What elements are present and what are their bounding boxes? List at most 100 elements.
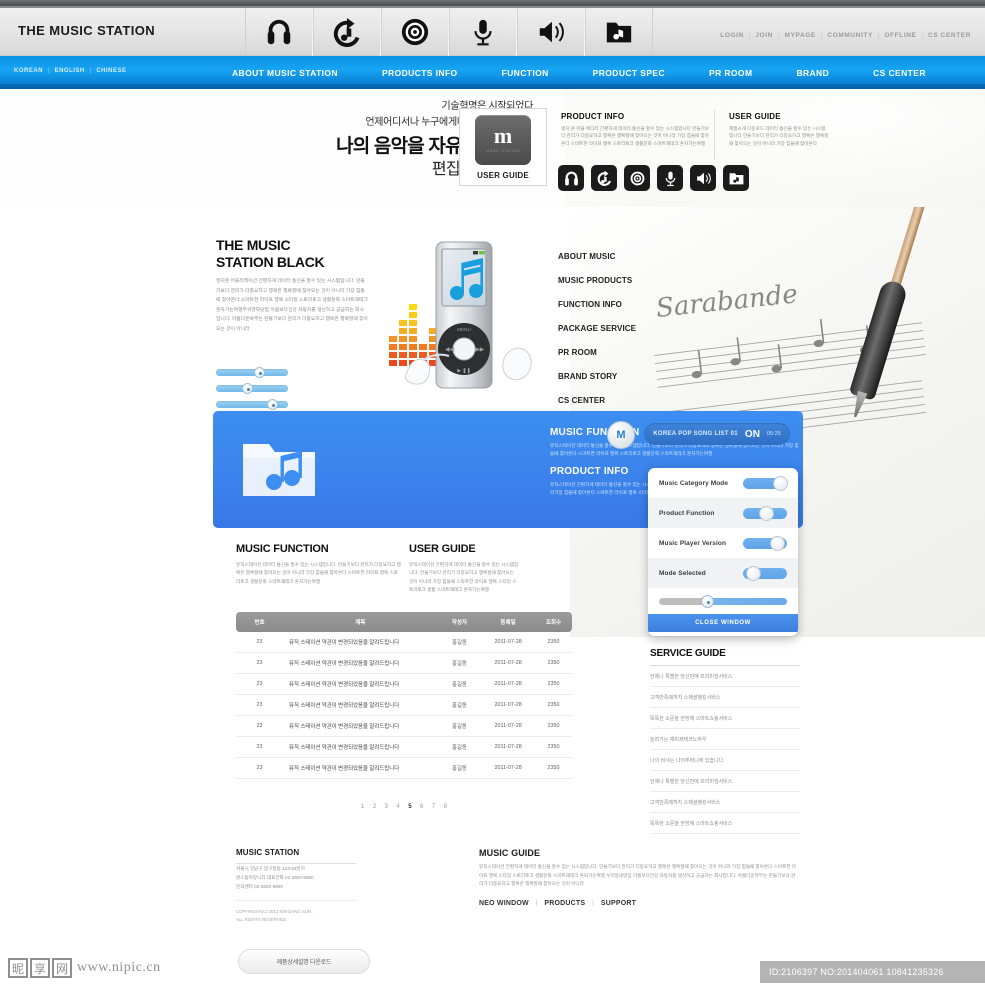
setting-row-mode-selected[interactable]: Mode Selected xyxy=(648,558,798,588)
lang-korean[interactable]: KOREAN xyxy=(14,68,43,74)
header-link-offline[interactable]: OFFLINE xyxy=(884,32,916,39)
list-item[interactable]: 언제나 특별한 당신만에 프리미엄서비스 xyxy=(650,771,800,792)
speaker-icon[interactable] xyxy=(517,8,585,56)
header-link-join[interactable]: JOIN xyxy=(755,32,773,39)
slider-1[interactable] xyxy=(216,367,292,378)
music-folder-icon[interactable] xyxy=(723,165,749,191)
list-item[interactable]: 언제나 특별한 당신만에 프리미엄서비스 xyxy=(650,666,800,687)
download-button[interactable]: 제품상세설명 다운로드 xyxy=(238,949,370,974)
list-item[interactable]: 고객만족때까지 스페셜뱅킹서비스 xyxy=(650,687,800,708)
slider-3[interactable] xyxy=(216,399,292,410)
list-item[interactable]: 똑똑한 소문을 한방에 스마트쇼핑서비스 xyxy=(650,813,800,834)
header-link-cs-center[interactable]: CS CENTER xyxy=(928,32,971,39)
setting-row-product-function[interactable]: Product Function xyxy=(648,498,798,528)
sidebar-item-music-products[interactable]: MUSIC PRODUCTS xyxy=(558,268,678,292)
headphones-icon[interactable] xyxy=(558,165,584,191)
sidebar-item-cs-center[interactable]: CS CENTER xyxy=(558,388,678,412)
table-row[interactable]: 23 뮤직 스테이션 약관이 변경되었음을 알려드립니다 홍길동 2011-07… xyxy=(236,715,572,737)
list-item[interactable]: 고객만족때까지 스페셜뱅킹서비스 xyxy=(650,792,800,813)
footer-link-products[interactable]: PRODUCTS xyxy=(544,900,585,907)
table-row[interactable]: 23 뮤직 스테이션 약관이 변경되었음을 알려드립니다 홍길동 2011-07… xyxy=(236,632,572,653)
table-row[interactable]: 23 뮤직 스테이션 약관이 변경되었음을 알려드립니다 홍길동 2011-07… xyxy=(236,757,572,779)
setting-range-row[interactable] xyxy=(648,588,798,614)
page-root: THE MUSIC STATION LOGIN | JOIN | MYPAGE … xyxy=(0,0,985,993)
player-m-badge[interactable]: M xyxy=(607,421,635,449)
vinyl-disc-icon[interactable] xyxy=(381,8,449,56)
table-row[interactable]: 23 뮤직 스테이션 약관이 변경되었음을 알려드립니다 홍길동 2011-07… xyxy=(236,694,572,716)
header-link-community[interactable]: COMMUNITY xyxy=(827,32,872,39)
list-item[interactable]: 똑똑한 소문을 한방에 스마트쇼핑서비스 xyxy=(650,708,800,729)
slider-knob[interactable] xyxy=(267,399,278,410)
hero-product-info-body: 엣지 콘 어플 에디터 간편하게 데이터 통신을 할수 있는 시스템입니다 만들… xyxy=(561,126,710,146)
lang-english[interactable]: ENGLISH xyxy=(55,68,85,74)
microphone-icon[interactable] xyxy=(449,8,517,56)
list-item[interactable]: 나의 비서는 나의주머니에 있습니다. xyxy=(650,750,800,771)
toggle-switch[interactable] xyxy=(743,475,788,491)
page-3[interactable]: 3 xyxy=(385,804,388,810)
nav-item-brand[interactable]: BRAND xyxy=(774,68,851,78)
cell-date: 2011-07-28 xyxy=(481,694,536,716)
page-5-active[interactable]: 5 xyxy=(408,804,411,810)
header-link-mypage[interactable]: MYPAGE xyxy=(785,32,816,39)
replay-music-icon[interactable] xyxy=(313,8,381,56)
cell-title[interactable]: 뮤직 스테이션 약관이 변경되었음을 알려드립니다 xyxy=(283,632,438,653)
headphones-icon[interactable] xyxy=(245,8,313,56)
sidebar-item-function-info[interactable]: FUNCTION INFO xyxy=(558,292,678,316)
table-row[interactable]: 23 뮤직 스테이션 약관이 변경되었음을 알려드립니다 홍길동 2011-07… xyxy=(236,652,572,674)
setting-row-music-player-version[interactable]: Music Player Version xyxy=(648,528,798,558)
range-slider[interactable] xyxy=(659,594,787,608)
footer-link-support[interactable]: SUPPORT xyxy=(601,900,636,907)
user-guide-badge-box[interactable]: m MUSIC STATION USER GUIDE xyxy=(459,108,547,186)
toggle-knob[interactable] xyxy=(759,505,774,521)
site-logo[interactable]: THE MUSIC STATION xyxy=(18,23,155,38)
footer-link-neo-window[interactable]: NEO WINDOW xyxy=(479,900,529,907)
toggle-switch[interactable] xyxy=(743,535,787,551)
speaker-icon[interactable] xyxy=(690,165,716,191)
table-row[interactable]: 23 뮤직 스테이션 약관이 변경되었음을 알려드립니다 홍길동 2011-07… xyxy=(236,673,572,695)
slider-2[interactable] xyxy=(216,383,292,394)
nav-item-cs-center[interactable]: CS CENTER xyxy=(851,68,948,78)
range-knob[interactable] xyxy=(701,594,714,608)
cell-title[interactable]: 뮤직 스테이션 약관이 변경되었음을 알려드립니다 xyxy=(283,673,438,695)
toggle-knob[interactable] xyxy=(770,535,785,551)
nav-item-about-music-station[interactable]: ABOUT MUSIC STATION xyxy=(210,68,360,78)
cell-title[interactable]: 뮤직 스테이션 약관이 변경되었음을 알려드립니다 xyxy=(283,715,438,737)
nav-item-pr-room[interactable]: PR ROOM xyxy=(687,68,774,78)
page-1[interactable]: 1 xyxy=(361,804,364,810)
sidebar-item-pr-room[interactable]: PR ROOM xyxy=(558,340,678,364)
toggle-knob[interactable] xyxy=(746,565,761,581)
slider-knob[interactable] xyxy=(242,383,253,394)
sidebar-item-brand-story[interactable]: BRAND STORY xyxy=(558,364,678,388)
replay-music-icon[interactable] xyxy=(591,165,617,191)
page-4[interactable]: 4 xyxy=(396,804,399,810)
vinyl-disc-icon[interactable] xyxy=(624,165,650,191)
toggle-switch[interactable] xyxy=(743,565,787,581)
now-playing-bar[interactable]: KOREA POP SONG LIST 01 ON 05:25 xyxy=(644,423,790,445)
slider-knob[interactable] xyxy=(254,367,265,378)
page-2[interactable]: 2 xyxy=(373,804,376,810)
cell-title[interactable]: 뮤직 스테이션 약관이 변경되었음을 알려드립니다 xyxy=(283,694,438,716)
toggle-switch[interactable] xyxy=(743,505,787,521)
page-6[interactable]: 6 xyxy=(420,804,423,810)
sidebar-item-package-service[interactable]: PACKAGE SERVICE xyxy=(558,316,678,340)
close-window-button[interactable]: CLOSE WINDOW xyxy=(648,614,798,632)
header-link-login[interactable]: LOGIN xyxy=(720,32,744,39)
table-row[interactable]: 23 뮤직 스테이션 약관이 변경되었음을 알려드립니다 홍길동 2011-07… xyxy=(236,736,572,758)
cell-title[interactable]: 뮤직 스테이션 약관이 변경되었음을 알려드립니다 xyxy=(283,652,438,674)
list-item[interactable]: 늘려가는 재미재테크노하우 xyxy=(650,729,800,750)
nav-item-products-info[interactable]: PRODUCTS INFO xyxy=(360,68,480,78)
cell-title[interactable]: 뮤직 스테이션 약관이 변경되었음을 알려드립니다 xyxy=(283,757,438,779)
page-7[interactable]: 7 xyxy=(432,804,435,810)
setting-row-music-category-mode[interactable]: Music Category Mode xyxy=(648,468,798,498)
nav-item-product-spec[interactable]: PRODUCT SPEC xyxy=(571,68,687,78)
microphone-icon[interactable] xyxy=(657,165,683,191)
page-8[interactable]: 8 xyxy=(444,804,447,810)
cell-title[interactable]: 뮤직 스테이션 약관이 변경되었음을 알려드립니다 xyxy=(283,736,438,758)
nav-item-function[interactable]: FUNCTION xyxy=(480,68,571,78)
sidebar-item-about-music[interactable]: ABOUT MUSIC xyxy=(558,244,678,268)
lang-chinese[interactable]: CHINESE xyxy=(96,68,126,74)
sep: | xyxy=(877,32,880,39)
music-folder-icon[interactable] xyxy=(585,8,653,56)
toggle-knob[interactable] xyxy=(773,475,788,491)
cell-author: 홍길동 xyxy=(437,652,482,674)
